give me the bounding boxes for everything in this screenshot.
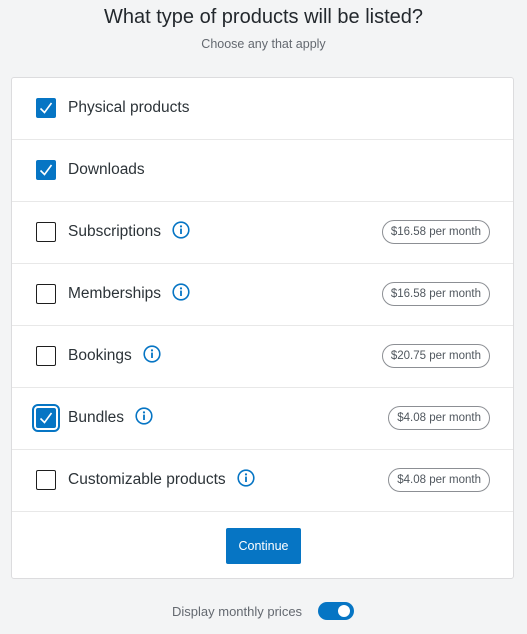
price-badge: $4.08 per month <box>388 406 490 430</box>
info-icon[interactable] <box>172 221 190 240</box>
option-row-bundles[interactable]: Bundles $4.08 per month <box>12 388 513 450</box>
info-icon[interactable] <box>143 345 161 364</box>
info-icon[interactable] <box>135 407 153 426</box>
checkmark-icon <box>39 164 53 176</box>
option-row-memberships[interactable]: Memberships $16.58 per month <box>12 264 513 326</box>
page-subtitle: Choose any that apply <box>201 37 326 51</box>
option-row-subscriptions[interactable]: Subscriptions $16.58 per month <box>12 202 513 264</box>
option-row-bookings[interactable]: Bookings $20.75 per month <box>12 326 513 388</box>
price-badge: $16.58 per month <box>381 220 490 244</box>
option-row-downloads[interactable]: Downloads <box>12 140 513 202</box>
option-row-customizable-products[interactable]: Customizable products $4.08 per month <box>12 450 513 512</box>
checkbox-bundles[interactable] <box>32 404 60 432</box>
checkbox-subscriptions[interactable] <box>36 222 56 242</box>
checkbox-downloads[interactable] <box>36 160 56 180</box>
info-icon[interactable] <box>237 469 255 488</box>
price-badge: $4.08 per month <box>388 468 490 492</box>
toggle-knob <box>338 605 351 617</box>
checkbox-memberships[interactable] <box>36 284 56 304</box>
toggle-label: Display monthly prices <box>172 603 303 619</box>
option-label-downloads: Downloads <box>68 161 145 178</box>
price-badge: $20.75 per month <box>381 344 490 368</box>
option-label-bundles: Bundles <box>68 407 153 427</box>
checkbox-bookings[interactable] <box>36 346 56 366</box>
checkbox-customizable-products[interactable] <box>36 470 56 490</box>
option-label-customizable-products: Customizable products <box>68 469 255 489</box>
option-label-bookings: Bookings <box>68 345 161 365</box>
price-badge: $16.58 per month <box>381 282 490 306</box>
option-row-physical-products[interactable]: Physical products <box>12 78 513 140</box>
page-title: What type of products will be listed? <box>103 6 424 28</box>
option-label-physical-products: Physical products <box>68 99 190 116</box>
monthly-prices-toggle[interactable] <box>318 602 355 620</box>
monthly-prices-toggle-row: Display monthly prices <box>172 602 355 620</box>
option-label-memberships: Memberships <box>68 283 190 303</box>
option-label-subscriptions: Subscriptions <box>68 221 190 241</box>
continue-button[interactable]: Continue <box>226 528 301 564</box>
info-icon[interactable] <box>172 283 190 302</box>
checkmark-icon <box>39 102 53 114</box>
checkmark-icon <box>39 412 53 424</box>
checkbox-physical-products[interactable] <box>36 98 56 118</box>
product-type-card: Physical products Downloads Subscription… <box>11 77 514 579</box>
